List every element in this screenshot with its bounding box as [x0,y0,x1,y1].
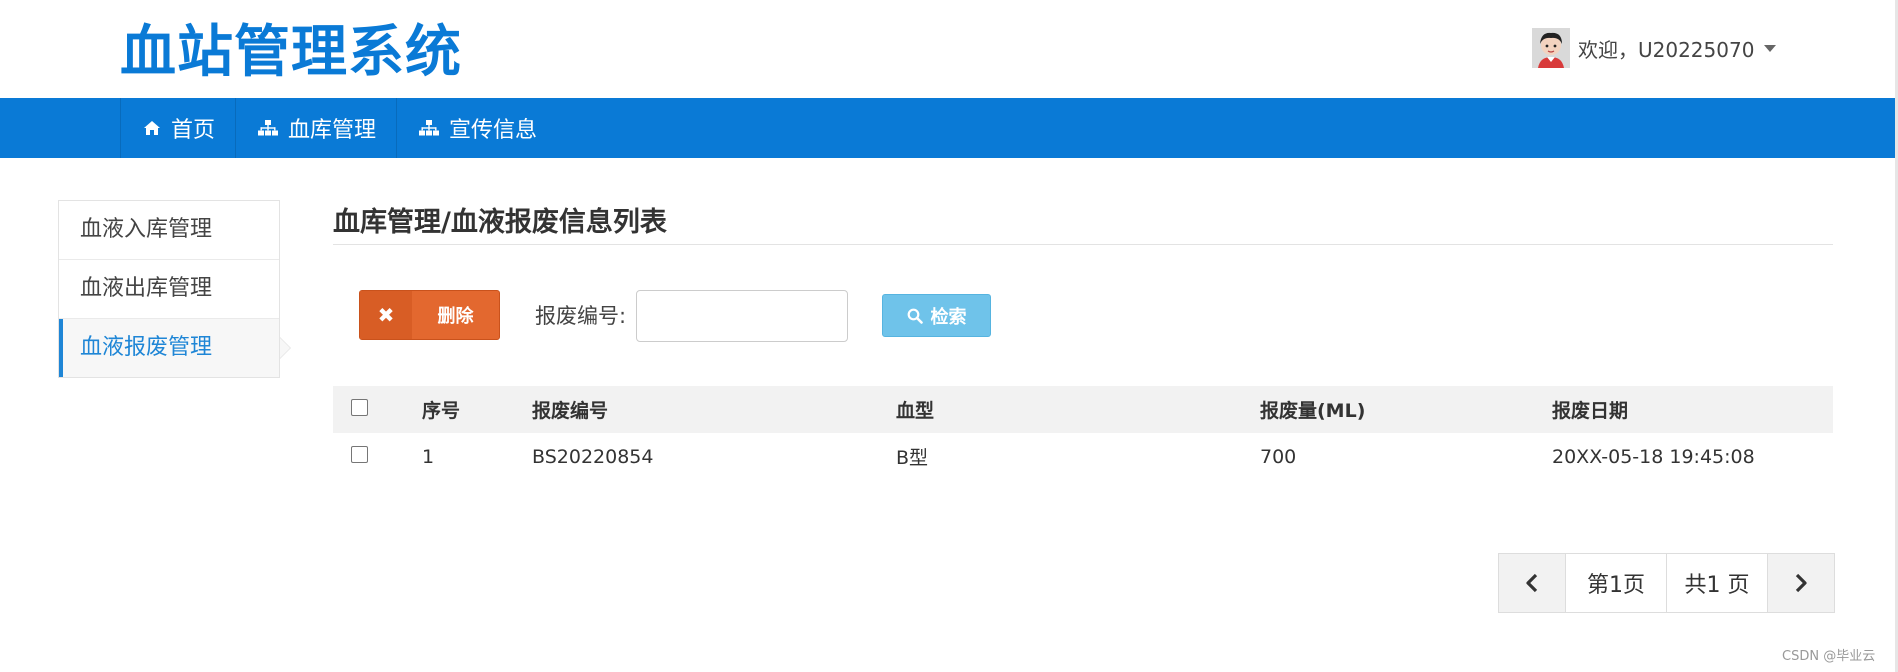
column-header: 报废量(ML) [1260,400,1366,422]
column-header: 序号 [422,400,461,422]
select-all-checkbox[interactable] [351,398,368,416]
table-cell: B型 [896,447,929,469]
table-cell: 1 [422,445,435,468]
column-header: 报废日期 [1552,400,1629,422]
caret-down-icon[interactable] [1764,44,1777,52]
column-header: 血型 [896,400,935,422]
top-header: 血站管理系统 欢迎，U20225070 [0,0,1895,98]
title-divider [333,244,1833,245]
chevron-left-icon [1526,573,1538,593]
next-page-button[interactable] [1767,554,1834,612]
sitemap-icon [258,120,279,136]
current-page-indicator: 第1页 [1565,554,1666,612]
scrap-number-input[interactable] [636,290,848,342]
sidebar-item-blood-in[interactable]: 血液入库管理 [59,201,279,260]
chevron-right-icon [1795,573,1807,593]
page-title: 血库管理/血液报废信息列表 [333,207,667,238]
search-icon [907,308,923,324]
table-cell: 700 [1260,445,1297,468]
sidebar-item-blood-scrap[interactable]: 血液报废管理 [59,319,291,377]
watermark-text: CSDN @毕业云 [1782,649,1876,664]
sidebar: 血液入库管理 血液出库管理 血液报废管理 [58,200,291,378]
scrap-table: 序号 报废编号 血型 报废量(ML) 报废日期 1 BS20220854 B型 … [333,386,1833,480]
user-menu[interactable]: 欢迎，U20225070 [1532,28,1777,68]
nav-item-label: 血库管理 [288,118,377,143]
select-all-cell [333,398,422,421]
total-pages-indicator: 共1 页 [1666,554,1767,612]
delete-button[interactable]: ✖ 删除 [359,290,500,340]
search-label: 报废编号: [535,304,627,328]
table-header-row: 序号 报废编号 血型 报废量(ML) 报废日期 [333,386,1833,433]
user-avatar-icon [1532,28,1570,68]
nav-item-home[interactable]: 首页 [120,98,235,158]
home-icon [143,120,161,136]
nav-item-publicity[interactable]: 宣传信息 [396,98,557,158]
pagination: 第1页 共1 页 [1498,553,1835,613]
welcome-text: 欢迎，U20225070 [1578,37,1755,62]
nav-item-bloodbank[interactable]: 血库管理 [235,98,396,158]
table-cell: 20XX-05-18 19:45:08 [1552,445,1755,468]
brand-title: 血站管理系统 [120,20,462,85]
sitemap-icon [419,120,440,136]
table-cell: BS20220854 [532,445,654,468]
table-row: 1 BS20220854 B型 700 20XX-05-18 19:45:08 [333,433,1833,480]
column-header: 报废编号 [532,400,609,422]
close-icon: ✖ [360,291,412,339]
nav-item-label: 首页 [171,118,216,143]
prev-page-button[interactable] [1499,554,1565,612]
search-button[interactable]: 检索 [882,294,991,337]
row-checkbox[interactable] [351,445,368,463]
sidebar-item-blood-out[interactable]: 血液出库管理 [59,260,279,319]
row-select-cell [333,445,422,468]
search-button-label: 检索 [930,306,967,328]
main-navbar: 首页 血库管理 宣传信息 [0,98,1895,158]
delete-button-label: 删除 [437,306,474,327]
nav-item-label: 宣传信息 [449,118,538,143]
